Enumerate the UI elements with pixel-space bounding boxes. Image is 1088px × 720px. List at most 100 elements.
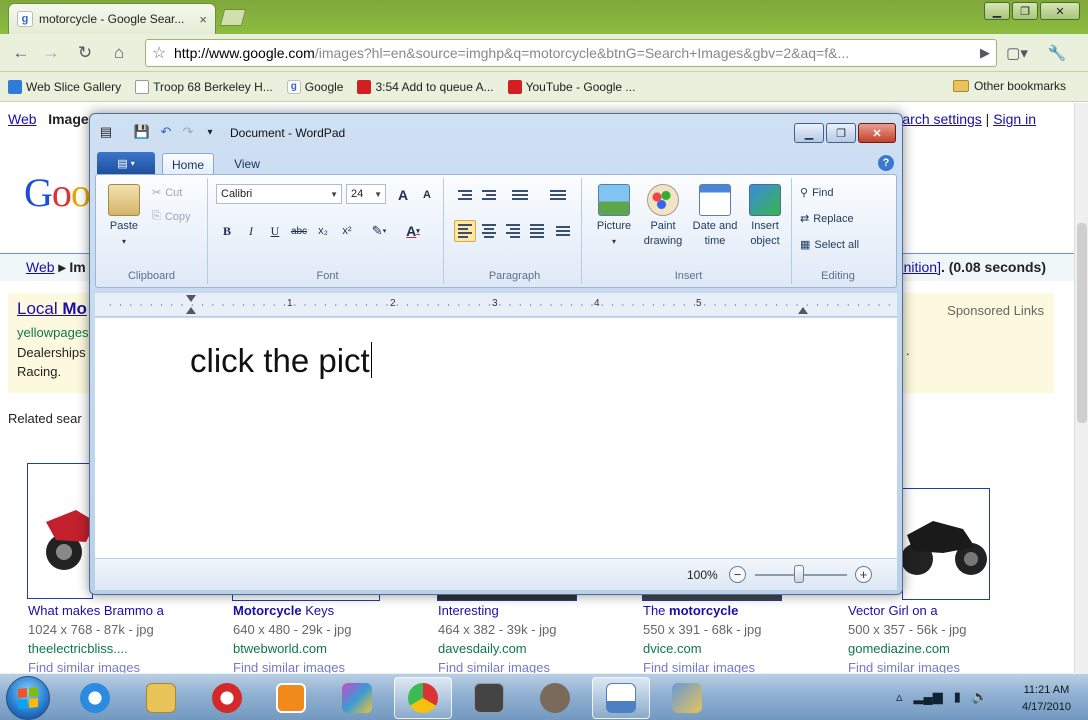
network-icon[interactable]: ▂▄▆: [914, 689, 943, 705]
find-similar-link[interactable]: Find similar images: [643, 658, 762, 673]
save-icon[interactable]: 💾: [134, 124, 150, 140]
font-size-select[interactable]: 24 ▼: [346, 184, 386, 204]
taskbar-internet-explorer[interactable]: [66, 677, 124, 719]
taskbar-media-tool[interactable]: [460, 677, 518, 719]
wordpad-close-icon[interactable]: ✕: [858, 123, 896, 143]
wordpad-maximize-icon[interactable]: ❐: [826, 123, 856, 143]
hanging-indent-marker[interactable]: [186, 307, 196, 314]
results-web-link[interactable]: Web: [26, 259, 55, 275]
replace-button[interactable]: ⇄ Replace: [800, 212, 854, 226]
picture-button[interactable]: Picture ▾: [592, 184, 636, 249]
tab-view[interactable]: View: [222, 153, 272, 175]
grow-font-button[interactable]: A: [392, 184, 414, 206]
start-button[interactable]: [6, 676, 50, 720]
sponsored-title[interactable]: Local Mo: [17, 299, 87, 319]
maximize-icon[interactable]: ❐: [1012, 2, 1038, 20]
find-similar-link[interactable]: Find similar images: [233, 658, 352, 673]
italic-button[interactable]: I: [240, 220, 262, 242]
address-bar[interactable]: ☆ http://www.google.com/images?hl=en&sou…: [145, 39, 997, 67]
paint-drawing-button[interactable]: Paint drawing: [638, 184, 688, 249]
wrench-menu-icon[interactable]: 🔧: [1044, 41, 1070, 65]
volume-icon[interactable]: 🔈: [972, 689, 988, 705]
nav-web-link[interactable]: Web: [8, 111, 37, 127]
zoom-in-button[interactable]: +: [855, 566, 872, 583]
show-hidden-icons-icon[interactable]: ▵: [896, 689, 903, 705]
image-title-link[interactable]: Motorcycle Keys: [233, 601, 352, 620]
underline-button[interactable]: U: [264, 220, 286, 242]
decrease-indent-icon[interactable]: [454, 184, 476, 206]
zoom-slider-thumb[interactable]: [794, 565, 804, 583]
reload-icon[interactable]: ↻: [72, 41, 98, 65]
bookmark-troop-68[interactable]: Troop 68 Berkeley H...: [135, 79, 273, 94]
find-similar-link[interactable]: Find similar images: [438, 658, 557, 673]
go-arrow-icon[interactable]: ▶: [972, 41, 998, 65]
find-similar-link[interactable]: Find similar images: [848, 658, 967, 673]
scrollbar-thumb[interactable]: [1077, 223, 1087, 423]
image-title-link[interactable]: Vector Girl on a: [848, 601, 967, 620]
line-spacing-icon[interactable]: [542, 184, 574, 206]
document-text[interactable]: click the pict: [190, 342, 372, 380]
bookmark-web-slice[interactable]: Web Slice Gallery: [8, 79, 121, 94]
help-icon[interactable]: ?: [878, 155, 894, 171]
paste-button[interactable]: Paste ▾: [102, 184, 146, 249]
page-scrollbar[interactable]: [1074, 103, 1088, 673]
redo-icon[interactable]: ↷: [180, 124, 196, 140]
bookmark-google[interactable]: g Google: [286, 79, 343, 94]
definition-link[interactable]: finition]: [897, 259, 941, 275]
zoom-out-button[interactable]: −: [729, 566, 746, 583]
ruler[interactable]: 1 2 3 4 5: [95, 293, 897, 317]
tab-home[interactable]: Home: [162, 153, 214, 175]
taskbar-chrome[interactable]: [394, 677, 452, 719]
clock[interactable]: 11:21 AM 4/17/2010: [1022, 682, 1071, 716]
font-color-button[interactable]: A ▾: [398, 220, 428, 242]
taskbar-gimp[interactable]: [526, 677, 584, 719]
bookmark-add-to-queue[interactable]: 3:54 Add to queue A...: [357, 79, 494, 94]
align-left-icon[interactable]: [454, 220, 476, 242]
battery-icon[interactable]: ▮: [954, 689, 961, 705]
back-arrow-icon[interactable]: ←: [8, 41, 34, 65]
date-time-button[interactable]: Date and time: [690, 184, 740, 249]
justify-icon[interactable]: [526, 220, 548, 242]
page-menu-icon[interactable]: ▢▾: [1004, 41, 1030, 65]
image-result-5[interactable]: [902, 488, 990, 600]
image-title-link[interactable]: What makes Brammo a: [28, 601, 164, 620]
select-all-button[interactable]: ▦ Select all: [800, 238, 859, 252]
align-right-icon[interactable]: [502, 220, 524, 242]
undo-icon[interactable]: ↶: [158, 124, 174, 140]
find-button[interactable]: ⚲ Find: [800, 186, 833, 200]
cut-button[interactable]: ✂ Cut: [152, 186, 182, 200]
bullet-list-icon[interactable]: [504, 184, 536, 206]
image-result-1[interactable]: [27, 463, 93, 599]
browser-tab[interactable]: g motorcycle - Google Sear... ×: [8, 3, 216, 34]
app-menu-button[interactable]: ▤ ▾: [97, 152, 155, 174]
superscript-button[interactable]: x²: [336, 220, 358, 242]
customize-qat-icon[interactable]: ▾: [202, 124, 218, 140]
shrink-font-button[interactable]: A: [416, 184, 438, 206]
new-tab-button[interactable]: [219, 9, 247, 26]
bold-button[interactable]: B: [216, 220, 238, 242]
taskbar-wordpad[interactable]: [592, 677, 650, 719]
home-icon[interactable]: ⌂: [106, 41, 132, 65]
find-similar-link[interactable]: Find similar images: [28, 658, 164, 673]
tab-close-icon[interactable]: ×: [199, 12, 207, 27]
image-title-link[interactable]: Interesting: [438, 601, 557, 620]
bookmark-star-icon[interactable]: ☆: [152, 43, 166, 63]
subscript-button[interactable]: x₂: [312, 220, 334, 242]
font-family-select[interactable]: Calibri ▼: [216, 184, 342, 204]
taskbar-media-player[interactable]: [262, 677, 320, 719]
close-icon[interactable]: ✕: [1040, 2, 1080, 20]
right-indent-marker[interactable]: [798, 307, 808, 314]
image-title-link[interactable]: The motorcycle: [643, 601, 762, 620]
taskbar-file-explorer[interactable]: [132, 677, 190, 719]
sign-in-link[interactable]: Sign in: [993, 111, 1036, 127]
first-line-indent-marker[interactable]: [186, 295, 196, 302]
taskbar-itunes[interactable]: [198, 677, 256, 719]
insert-object-button[interactable]: Insert object: [742, 184, 788, 249]
increase-indent-icon[interactable]: [478, 184, 500, 206]
highlight-color-button[interactable]: ✎ ▾: [364, 220, 394, 242]
minimize-icon[interactable]: ▁: [984, 2, 1010, 20]
document-editor[interactable]: click the pict: [95, 318, 897, 558]
taskbar-paint-app[interactable]: [328, 677, 386, 719]
forward-arrow-icon[interactable]: →: [38, 41, 64, 65]
copy-button[interactable]: ⎘ Copy: [152, 210, 191, 223]
